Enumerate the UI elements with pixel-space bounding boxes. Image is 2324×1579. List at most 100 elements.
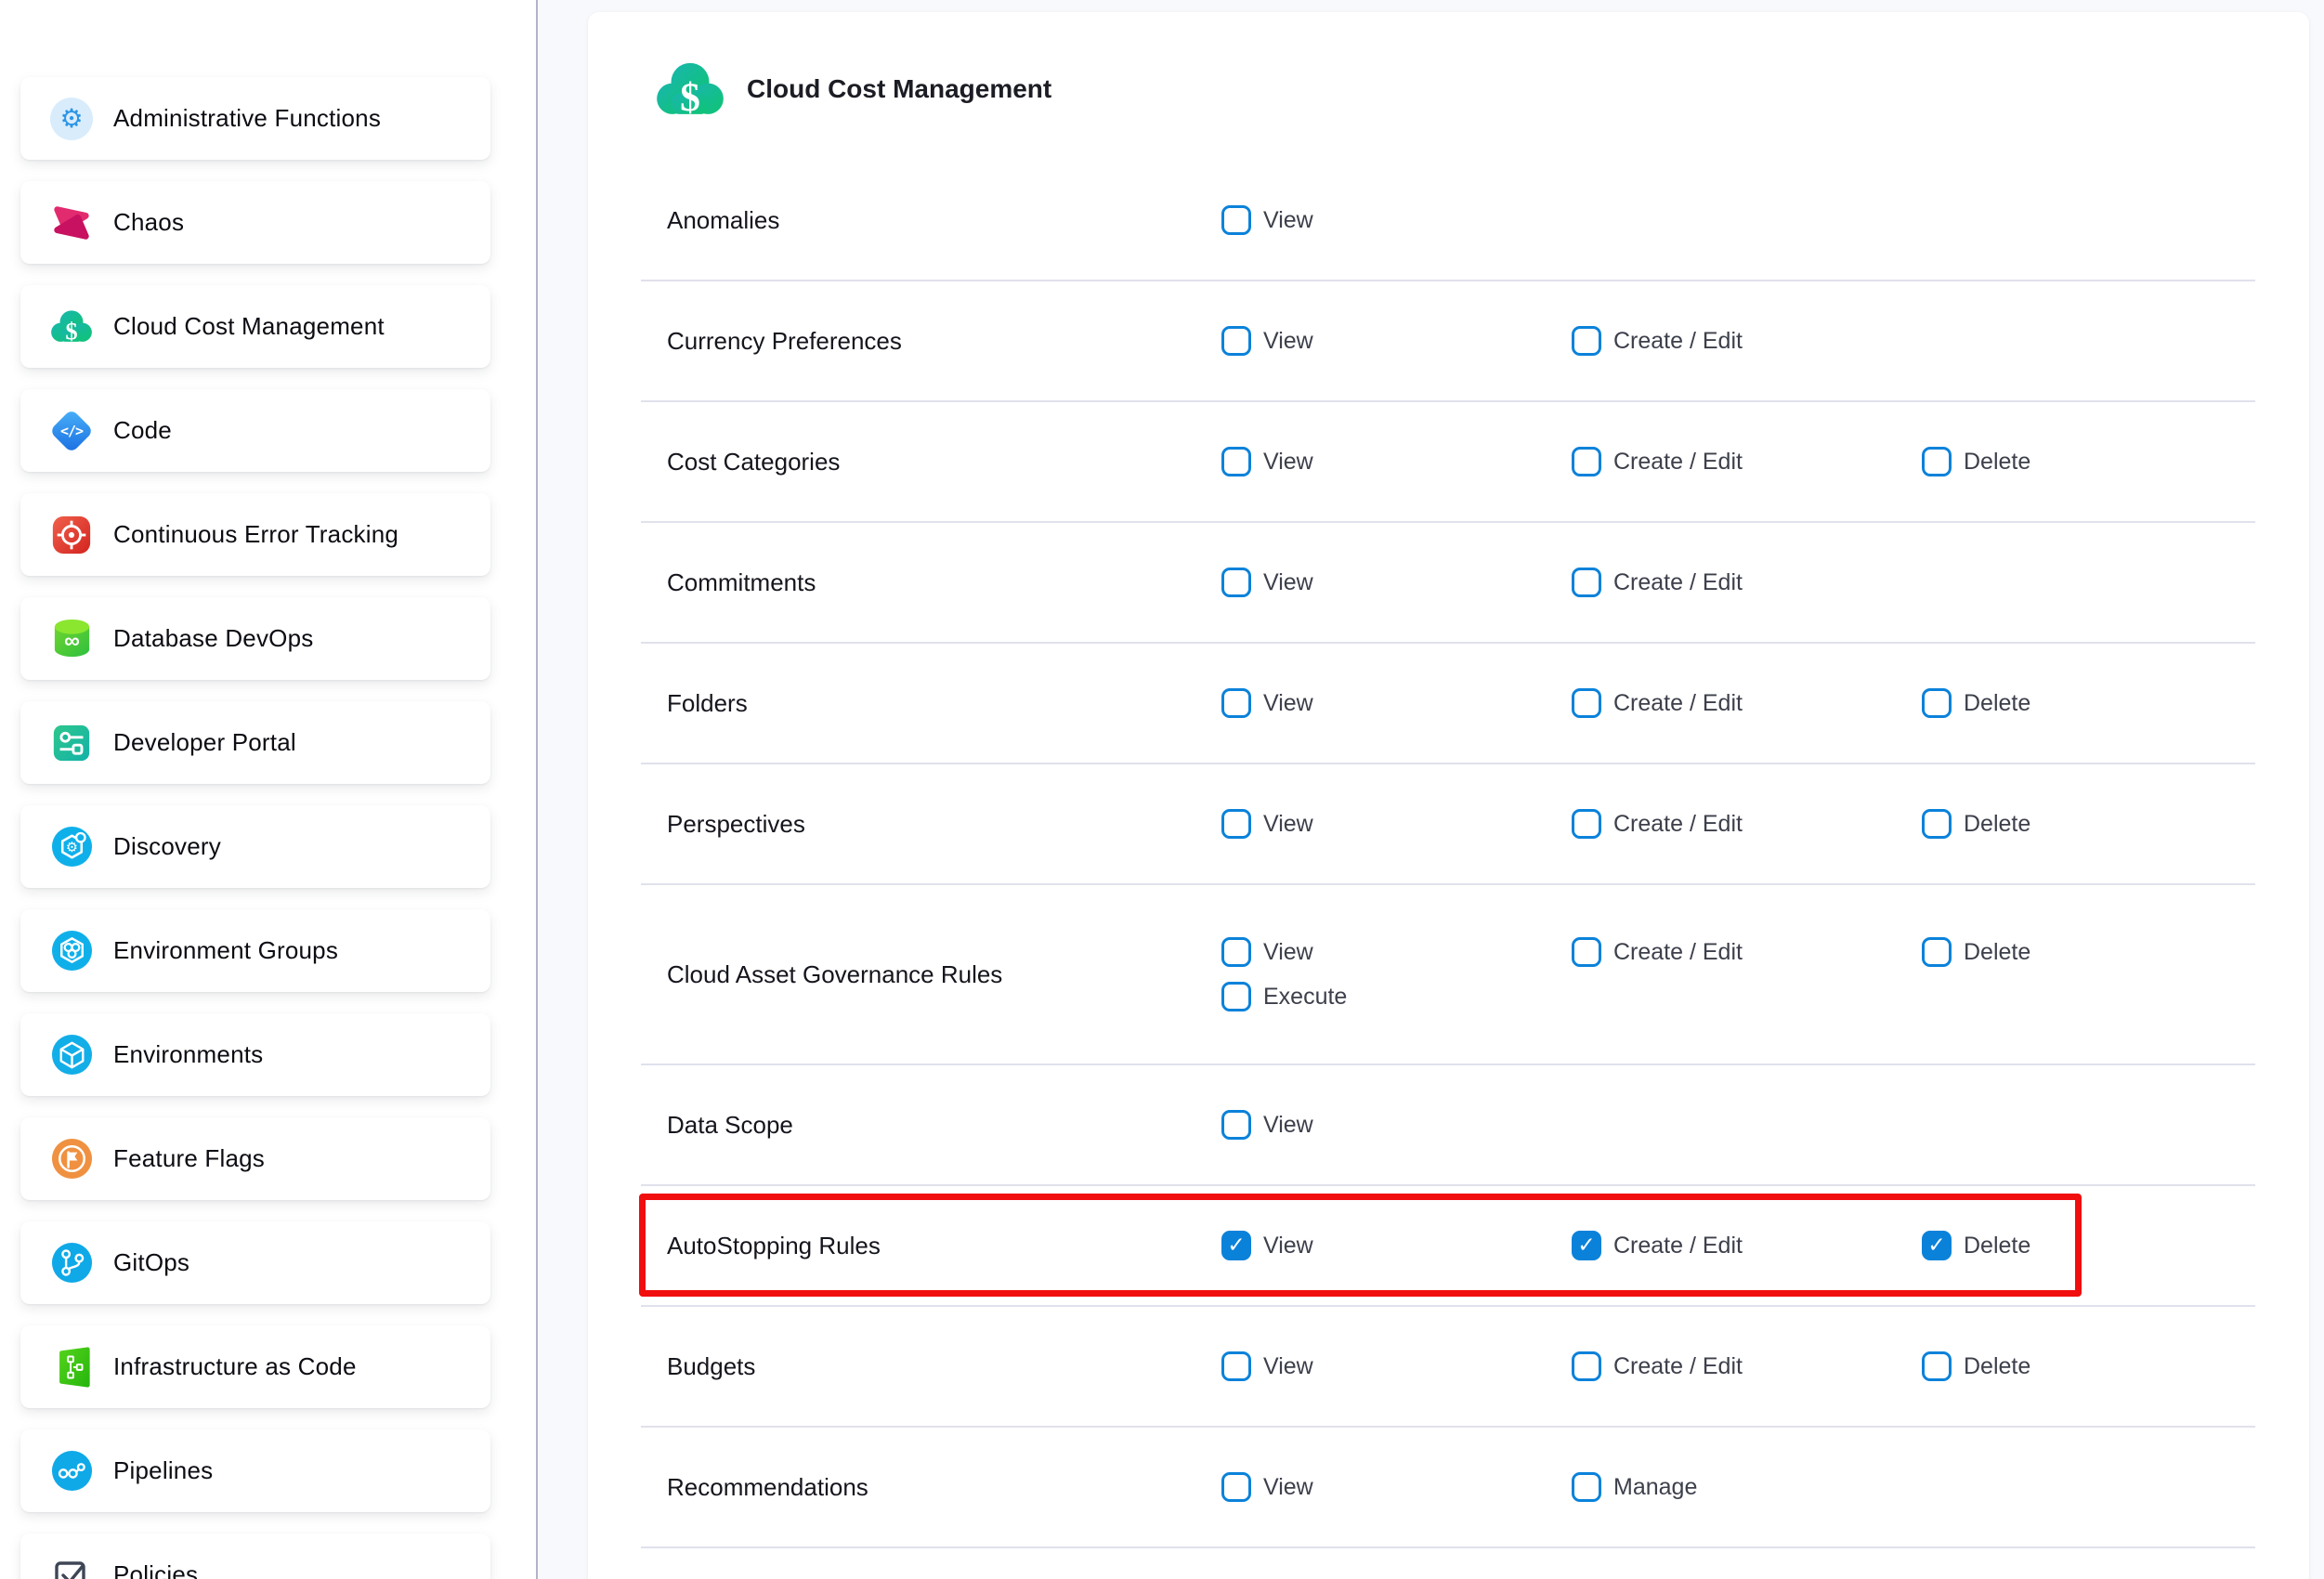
cloud-dollar-icon: $: [652, 59, 728, 119]
sidebar-item-pipelines[interactable]: Pipelines: [20, 1429, 490, 1512]
checkbox-perspectives-delete[interactable]: Delete: [1922, 809, 2272, 839]
checkbox[interactable]: [1572, 1472, 1601, 1502]
checkbox[interactable]: [1922, 937, 1952, 967]
sidebar-item-environments[interactable]: Environments: [20, 1013, 490, 1096]
checkbox-budgets-create-edit[interactable]: Create / Edit: [1572, 1351, 1922, 1381]
checkbox-check-icon: [48, 1552, 95, 1579]
permission-row-label: Perspectives: [641, 764, 1221, 883]
hexagon-gear-magnifier-icon: ⚙: [48, 824, 95, 870]
checkbox-autostopping-rules-create-edit[interactable]: Create / Edit: [1572, 1231, 1922, 1260]
checkbox-folders-delete[interactable]: Delete: [1922, 688, 2272, 718]
permission-row-commitments: Commitments View Create / Edit: [641, 523, 2255, 644]
checkbox-folders-view[interactable]: View: [1221, 688, 1572, 718]
permission-row-label: Recommendations: [641, 1428, 1221, 1546]
permission-row-label: Budgets: [641, 1307, 1221, 1426]
checkbox-recommendations-view[interactable]: View: [1221, 1472, 1572, 1502]
checkbox-folders-create-edit[interactable]: Create / Edit: [1572, 688, 1922, 718]
permission-row-label: Commitments: [641, 523, 1221, 642]
permission-row-cost-categories: Cost Categories View Create / Edit Delet…: [641, 402, 2255, 523]
checkbox[interactable]: [1572, 688, 1601, 718]
checkbox[interactable]: [1572, 809, 1601, 839]
permissions-screen: ⚙ Administrative Functions Chaos: [0, 0, 2324, 1579]
permission-row-label: AutoStopping Rules: [641, 1186, 1221, 1305]
checkbox[interactable]: [1922, 1351, 1952, 1381]
checkbox-commitments-create-edit[interactable]: Create / Edit: [1572, 568, 1922, 597]
sidebar-item-database-devops[interactable]: ∞ Database DevOps: [20, 597, 490, 680]
checkbox-currency-preferences-create-edit[interactable]: Create / Edit: [1572, 326, 1922, 356]
svg-text:$: $: [680, 75, 700, 119]
checkbox[interactable]: [1221, 1231, 1251, 1260]
checkbox[interactable]: [1221, 937, 1251, 967]
checkbox-cost-categories-view[interactable]: View: [1221, 447, 1572, 476]
checkbox-cloud-asset-governance-rules-view[interactable]: View: [1221, 937, 1572, 967]
checkbox[interactable]: [1572, 568, 1601, 597]
checkbox-commitments-view[interactable]: View: [1221, 568, 1572, 597]
sidebar-item-discovery[interactable]: ⚙ Discovery: [20, 805, 490, 888]
permission-row-recommendations: Recommendations View Manage: [641, 1428, 2255, 1548]
module-header: $ Cloud Cost Management: [641, 12, 2255, 161]
permission-row-folders: Folders View Create / Edit Delete: [641, 644, 2255, 764]
sidebar-item-gitops[interactable]: GitOps: [20, 1221, 490, 1304]
svg-text:⚙: ⚙: [65, 841, 77, 855]
checkbox[interactable]: [1922, 809, 1952, 839]
cloud-cost-management-permissions-card: $ Cloud Cost Management Anomalies View C…: [588, 12, 2309, 1579]
sidebar-item-cloud-cost-management[interactable]: $ Cloud Cost Management: [20, 285, 490, 368]
cloud-dollar-icon: $: [48, 304, 95, 350]
checkbox[interactable]: [1922, 447, 1952, 476]
checkbox-perspectives-view[interactable]: View: [1221, 809, 1572, 839]
checkbox[interactable]: [1221, 1472, 1251, 1502]
sidebar-item-infrastructure-as-code[interactable]: Infrastructure as Code: [20, 1325, 490, 1408]
checkbox[interactable]: [1221, 982, 1251, 1011]
checkbox[interactable]: [1221, 688, 1251, 718]
permission-row-perspectives: Perspectives View Create / Edit Delete: [641, 764, 2255, 885]
checkbox[interactable]: [1922, 1231, 1952, 1260]
sidebar-item-continuous-error-tracking[interactable]: Continuous Error Tracking: [20, 493, 490, 576]
sidebar-item-environment-groups[interactable]: Environment Groups: [20, 909, 490, 992]
svg-text:∞: ∞: [64, 628, 80, 652]
sliders-icon: [48, 720, 95, 766]
checkbox-currency-preferences-view[interactable]: View: [1221, 326, 1572, 356]
checkbox[interactable]: [1572, 1231, 1601, 1260]
sidebar-item-chaos[interactable]: Chaos: [20, 181, 490, 264]
permission-row-label: Cost Categories: [641, 402, 1221, 521]
checkbox-cloud-asset-governance-rules-delete[interactable]: Delete: [1922, 937, 2272, 967]
checkbox[interactable]: [1221, 1110, 1251, 1140]
checkbox[interactable]: [1572, 447, 1601, 476]
checkbox-data-scope-view[interactable]: View: [1221, 1110, 1572, 1140]
checkbox[interactable]: [1572, 937, 1601, 967]
module-sidebar: ⚙ Administrative Functions Chaos: [0, 0, 536, 1579]
checkbox-budgets-view[interactable]: View: [1221, 1351, 1572, 1381]
chaos-triangles-icon: [48, 200, 95, 246]
checkbox-autostopping-rules-delete[interactable]: Delete: [1922, 1231, 2272, 1260]
permission-row-anomalies: Anomalies View: [641, 161, 2255, 281]
sidebar-item-code[interactable]: </> Code: [20, 389, 490, 472]
checkbox-perspectives-create-edit[interactable]: Create / Edit: [1572, 809, 1922, 839]
checkbox-cloud-asset-governance-rules-create-edit[interactable]: Create / Edit: [1572, 937, 1922, 967]
sidebar-item-administrative-functions[interactable]: ⚙ Administrative Functions: [20, 77, 490, 160]
sidebar-item-policies[interactable]: Policies: [20, 1533, 490, 1579]
module-title: Cloud Cost Management: [747, 74, 1051, 104]
checkbox-budgets-delete[interactable]: Delete: [1922, 1351, 2272, 1381]
checkbox[interactable]: [1221, 568, 1251, 597]
checkbox[interactable]: [1572, 1351, 1601, 1381]
checkbox[interactable]: [1572, 326, 1601, 356]
checkbox[interactable]: [1221, 1351, 1251, 1381]
sidebar-item-developer-portal[interactable]: Developer Portal: [20, 701, 490, 784]
sidebar-item-feature-flags[interactable]: Feature Flags: [20, 1117, 490, 1200]
checkbox[interactable]: [1922, 688, 1952, 718]
checkbox-autostopping-rules-view[interactable]: View: [1221, 1231, 1572, 1260]
git-branch-icon: [48, 1240, 95, 1286]
checkbox-cost-categories-create-edit[interactable]: Create / Edit: [1572, 447, 1922, 476]
vertical-divider: [536, 0, 538, 1579]
checkbox[interactable]: [1221, 447, 1251, 476]
checkbox-cloud-asset-governance-rules-execute[interactable]: Execute: [1221, 982, 1572, 1011]
checkbox-recommendations-manage[interactable]: Manage: [1572, 1472, 1922, 1502]
checkbox[interactable]: [1221, 809, 1251, 839]
checkbox-cost-categories-delete[interactable]: Delete: [1922, 447, 2272, 476]
checkbox[interactable]: [1221, 326, 1251, 356]
checkbox-anomalies-view[interactable]: View: [1221, 205, 1572, 235]
code-brackets-icon: </>: [48, 408, 95, 454]
permission-row-budgets: Budgets View Create / Edit Delete: [641, 1307, 2255, 1428]
checkbox[interactable]: [1221, 205, 1251, 235]
permission-row-label: Data Scope: [641, 1065, 1221, 1184]
